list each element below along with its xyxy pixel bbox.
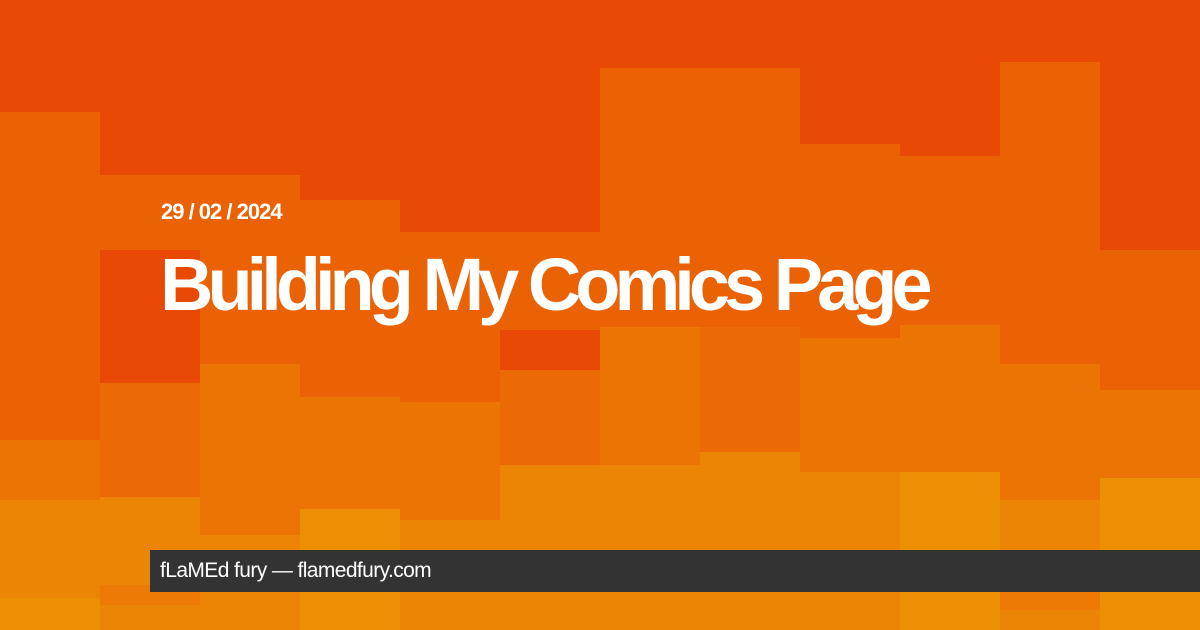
post-date: 29 / 02 / 2024 (161, 199, 283, 224)
social-share-card: 29 / 02 / 2024 Building My Comics Page f… (0, 0, 1200, 630)
footer-bar: fLaMEd fury — flamedfury.com (150, 550, 1200, 592)
post-title: Building My Comics Page (160, 243, 933, 326)
site-name-and-url: fLaMEd fury — flamedfury.com (160, 559, 432, 582)
